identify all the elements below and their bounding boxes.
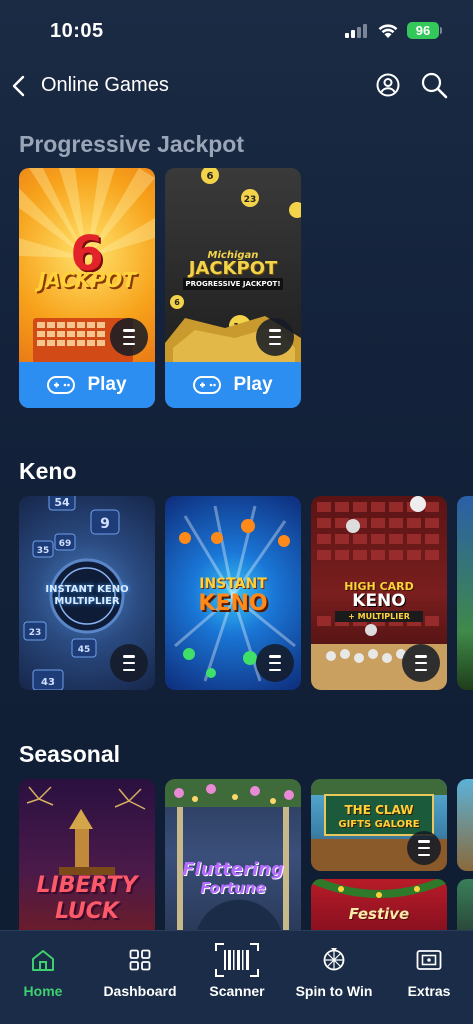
- play-button-michigan-jackpot[interactable]: Play: [165, 362, 301, 408]
- nav-item-dashboard[interactable]: Dashboard: [100, 945, 180, 999]
- svg-text:45: 45: [78, 645, 91, 655]
- game-card-jackpot6[interactable]: 6 JACKPOT Play: [19, 168, 155, 408]
- svg-text:6: 6: [174, 298, 180, 307]
- michigan-art-line2: JACKPOT: [188, 258, 278, 279]
- signal-icon: [345, 24, 367, 38]
- fluttering-art-line2: Fortune: [200, 879, 266, 897]
- highcard-art-line2: KENO: [352, 591, 406, 611]
- bottom-nav: Home Dashboard Scanner Spin to Win Extra…: [0, 930, 473, 1024]
- status-time: 10:05: [50, 20, 104, 42]
- page-title: Online Games: [41, 74, 169, 96]
- svg-text:23: 23: [29, 628, 42, 638]
- festive-art-line1: Festive: [348, 905, 410, 923]
- battery-indicator: 96: [407, 22, 439, 39]
- barcode-scanner-icon: [215, 943, 259, 977]
- game-card-the-claw[interactable]: THE CLAW GIFTS GALORE: [311, 779, 447, 871]
- jackpot-title-art: JACKPOT: [38, 268, 136, 292]
- nav-item-spin-to-win[interactable]: Spin to Win: [294, 945, 374, 999]
- liberty-art-line1: LIBERTY: [36, 873, 138, 898]
- battery-tip: [440, 27, 442, 34]
- instant-multiplier-art-line2: MULTIPLIER: [54, 596, 120, 607]
- section-title-seasonal: Seasonal: [19, 741, 120, 767]
- svg-text:6: 6: [207, 171, 214, 182]
- home-icon: [32, 950, 54, 971]
- svg-text:69: 69: [59, 539, 72, 549]
- nav-label-home: Home: [23, 983, 63, 999]
- card-menu-button[interactable]: [256, 644, 294, 682]
- game-card-liberty-luck[interactable]: LIBERTY LUCK: [19, 779, 155, 930]
- nav-item-home[interactable]: Home: [18, 945, 68, 999]
- nav-label-extras: Extras: [407, 983, 451, 999]
- ticket-icon: [416, 950, 442, 970]
- card-menu-button[interactable]: [110, 644, 148, 682]
- nav-label-spin-to-win: Spin to Win: [295, 983, 373, 999]
- card-menu-button[interactable]: [110, 318, 148, 356]
- svg-text:23: 23: [244, 195, 257, 205]
- card-menu-button[interactable]: [402, 644, 440, 682]
- instant-keno-art-line2: KENO: [198, 591, 268, 616]
- liberty-art-line2: LUCK: [55, 899, 119, 924]
- instant-keno-art-line1: INSTANT: [199, 576, 267, 592]
- game-card-michigan-jackpot[interactable]: 6 23 6 10 Michigan JACKPOT PROGRESSIVE J…: [165, 168, 301, 408]
- profile-icon[interactable]: [376, 73, 400, 97]
- section-title-progressive: Progressive Jackpot: [19, 131, 245, 157]
- nav-label-scanner: Scanner: [209, 983, 265, 999]
- svg-text:43: 43: [41, 677, 55, 688]
- game-card-seasonal-partial[interactable]: [457, 779, 473, 871]
- claw-art-line2: GIFTS GALORE: [338, 819, 420, 830]
- nav-item-extras[interactable]: Extras: [404, 945, 454, 999]
- gamepad-icon: [47, 376, 76, 394]
- svg-text:35: 35: [37, 546, 50, 556]
- fluttering-art-line1: Fluttering: [182, 859, 284, 880]
- nav-label-dashboard: Dashboard: [103, 983, 177, 999]
- play-label: Play: [233, 374, 273, 395]
- status-bar: 10:05 96: [0, 0, 473, 62]
- svg-text:9: 9: [100, 516, 110, 532]
- wheel-icon: [323, 948, 345, 971]
- search-icon[interactable]: [420, 71, 448, 99]
- game-card-seasonal-partial-2[interactable]: [457, 879, 473, 930]
- game-card-high-card-keno[interactable]: HIGH CARD KENO + MULTIPLIER: [311, 496, 447, 690]
- michigan-art-line3: PROGRESSIVE JACKPOT!: [183, 278, 283, 290]
- instant-multiplier-art-line1: INSTANT KENO: [45, 584, 129, 595]
- back-icon[interactable]: [10, 74, 28, 98]
- dashboard-icon: [129, 949, 151, 971]
- play-button-jackpot6[interactable]: Play: [19, 362, 155, 408]
- nav-header: Online Games: [0, 62, 473, 110]
- svg-text:54: 54: [54, 496, 70, 509]
- game-card-instant-keno[interactable]: INSTANT KENO: [165, 496, 301, 690]
- game-card-keno-partial[interactable]: [457, 496, 473, 690]
- gamepad-icon: [193, 376, 222, 394]
- wifi-icon: [378, 24, 398, 38]
- nav-item-scanner[interactable]: Scanner: [201, 943, 273, 999]
- section-title-keno: Keno: [19, 458, 77, 484]
- highcard-art-line3: + MULTIPLIER: [335, 611, 423, 622]
- claw-art-line1: THE CLAW: [344, 803, 414, 817]
- game-card-festive[interactable]: Festive: [311, 879, 447, 930]
- play-label: Play: [87, 374, 127, 395]
- card-menu-button[interactable]: [407, 831, 441, 865]
- game-card-instant-keno-multiplier[interactable]: 54 69 35 9 23 45 43 INSTANT KENO MULTIPL…: [19, 496, 155, 690]
- card-menu-button[interactable]: [256, 318, 294, 356]
